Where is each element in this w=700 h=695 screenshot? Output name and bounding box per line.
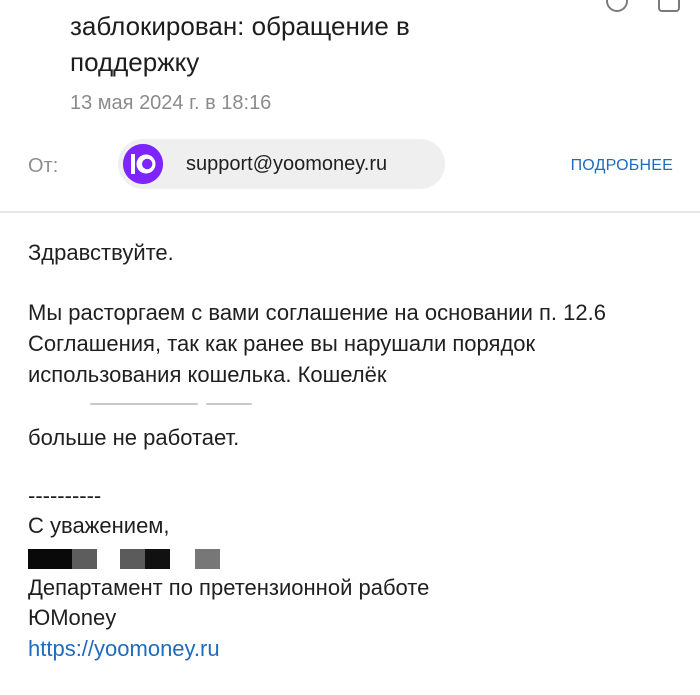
sender-chip[interactable]: support@yoomoney.ru	[118, 139, 445, 189]
subject-line-2: поддержку	[70, 47, 200, 77]
department-text: Департамент по претензионной работе	[28, 575, 430, 600]
email-subject: заблокирован: обращение в поддержку	[70, 8, 630, 80]
yoomoney-logo-icon	[123, 144, 163, 184]
sender-email: support@yoomoney.ru	[186, 153, 388, 175]
yoomoney-logo-icon-svg	[123, 144, 163, 184]
message-paragraph: Мы расторгаем с вами соглашение на основ…	[28, 300, 606, 387]
subject-line-1: заблокирован: обращение в	[70, 11, 410, 41]
header-divider	[0, 211, 700, 213]
redacted-name	[120, 549, 145, 569]
redacted-name	[145, 549, 170, 569]
brand-text: ЮMoney	[28, 605, 117, 630]
email-message-screen: заблокирован: обращение в поддержку 13 м…	[0, 0, 700, 695]
status-line: больше не работает.	[28, 425, 240, 450]
signature-separator: ----------	[28, 483, 102, 508]
redacted-name	[195, 549, 220, 569]
from-label: От:	[28, 155, 59, 177]
website-link[interactable]: https://yoomoney.ru	[28, 633, 220, 664]
regards-text: С уважением,	[28, 513, 170, 538]
obscured-fragment	[90, 403, 198, 405]
details-link[interactable]: ПОДРОБНЕЕ	[571, 155, 673, 177]
redacted-name	[28, 549, 72, 569]
greeting-text: Здравствуйте.	[28, 240, 174, 265]
redacted-name	[72, 549, 97, 569]
message-date: 13 мая 2024 г. в 18:16	[70, 92, 272, 114]
action-icon[interactable]	[658, 0, 680, 12]
obscured-fragment	[206, 403, 252, 405]
obscured-text-line	[28, 403, 273, 414]
